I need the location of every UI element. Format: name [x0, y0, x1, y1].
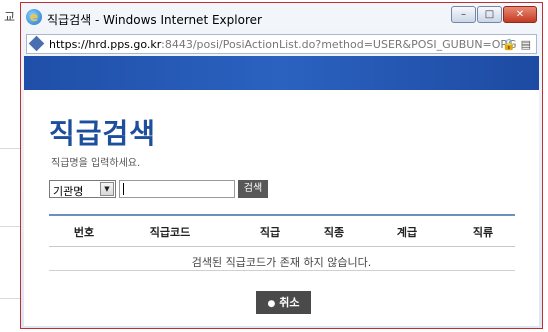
window-title: 직급검색 - Windows Internet Explorer	[47, 13, 262, 27]
header-band	[24, 56, 539, 90]
address-bar[interactable]: https://hrd.pps.go.kr:8443/posi/PosiActi…	[26, 34, 537, 54]
background-divider	[0, 148, 20, 149]
background-divider	[0, 226, 20, 227]
search-input[interactable]	[119, 180, 235, 198]
empty-result-message: 검색된 직급코드가 존재 하지 않습니다.	[191, 256, 372, 269]
page-icon[interactable]: ▤	[521, 38, 531, 51]
search-type-value: 기관명	[53, 185, 84, 198]
table-top-border	[49, 214, 515, 216]
column-header-job-series: 직류	[472, 226, 494, 239]
background-page: 교	[0, 0, 22, 332]
maximize-button[interactable]: □	[477, 6, 502, 23]
dropdown-arrow-icon[interactable]: ▼	[100, 182, 114, 196]
table-bottom-border	[49, 270, 515, 271]
close-button[interactable]: ✕	[503, 6, 537, 23]
title-bar[interactable]: e 직급검색 - Windows Internet Explorer – □ ✕	[21, 3, 542, 33]
text-caret	[123, 183, 124, 195]
column-header-position-code: 직급코드	[149, 226, 191, 239]
url-text[interactable]: https://hrd.pps.go.kr:8443/posi/PosiActi…	[49, 38, 517, 51]
minimize-button[interactable]: –	[451, 6, 476, 23]
search-type-select[interactable]: 기관명 ▼	[49, 180, 116, 198]
background-page-text: 교	[4, 10, 16, 24]
background-divider	[0, 298, 20, 299]
url-host: https://hrd.pps.go.kr	[49, 38, 162, 51]
page-title: 직급검색	[49, 117, 157, 150]
column-header-job-type: 직종	[323, 226, 345, 239]
column-header-grade: 계급	[396, 226, 418, 239]
popup-window: e 직급검색 - Windows Internet Explorer – □ ✕…	[20, 2, 543, 329]
url-path: :8443/posi/PosiActionList.do?method=USER…	[161, 38, 517, 51]
page-content: 직급검색 직급명을 입력하세요. 기관명 ▼ 검색 번호 직급코드 직급 직종 …	[24, 56, 539, 326]
column-header-position: 직급	[259, 226, 281, 239]
column-header-number: 번호	[73, 226, 95, 239]
table-header-divider	[49, 246, 515, 247]
ie-logo-icon: e	[26, 9, 42, 25]
search-button[interactable]: 검색	[238, 180, 268, 198]
cancel-button[interactable]: ● 취소	[256, 291, 311, 314]
site-identity-icon	[28, 35, 45, 52]
page-subtitle: 직급명을 입력하세요.	[51, 158, 141, 169]
lock-icon[interactable]: 🔒	[502, 38, 516, 51]
cancel-label: 취소	[279, 296, 300, 309]
bullet-icon: ●	[267, 299, 276, 309]
